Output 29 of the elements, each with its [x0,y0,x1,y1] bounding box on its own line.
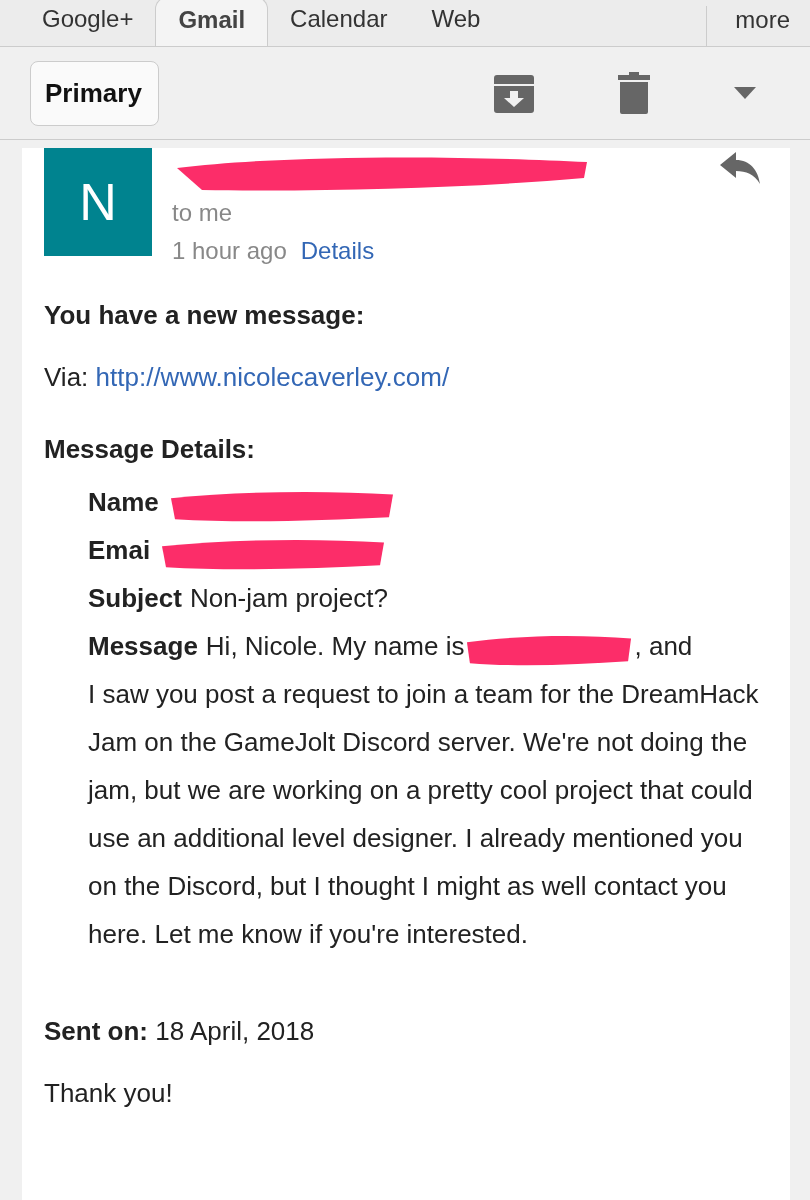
back-button[interactable]: Primary [30,60,159,126]
field-label: Message [88,631,198,661]
sent-label: Sent on: [44,1016,148,1046]
details-heading: Message Details: [44,433,256,466]
message-text: I saw you post a request to join a team for the DreamHack Jam on the GameJolt Discord server. We're not doing the jam, but we are working on a pretty cool project that could use an additional level designer. I already mentioned you on the Discord, but I thought I might as well contact you here. Let me know if you're interested. [88,678,760,951]
reply-icon[interactable] [720,152,760,184]
tab[interactable]: Gmail [155,0,269,46]
more-tab[interactable]: more [706,6,810,46]
message-text-end: , and [634,631,693,661]
tab[interactable]: Google+ [20,0,156,46]
message-text-start: Hi, Nicole. My name is [205,631,465,661]
recipient-text: to me [172,198,234,228]
archive-icon[interactable] [494,73,534,113]
sent-date: 18 April, 2018 [155,1016,315,1046]
website-link[interactable]: http://www.nicolecaverley.com/ [95,362,450,392]
dropdown-caret-icon[interactable] [734,87,756,99]
tab[interactable]: Calendar [268,0,410,46]
tab[interactable]: Web [409,0,503,46]
sender-avatar: N [44,148,152,256]
via-label: Via: [44,362,89,392]
field-label: Subject [88,583,182,613]
field-value: Non-jam project? [189,583,388,613]
message-heading: You have a new message: [44,299,366,332]
field-label: Emai [88,535,151,565]
details-link[interactable]: Details [300,232,375,270]
field-label: Name [88,487,159,517]
time-text: 1 hour ago [172,236,287,266]
trash-icon[interactable] [618,72,650,114]
closing-text: Thank you! [44,1077,174,1110]
